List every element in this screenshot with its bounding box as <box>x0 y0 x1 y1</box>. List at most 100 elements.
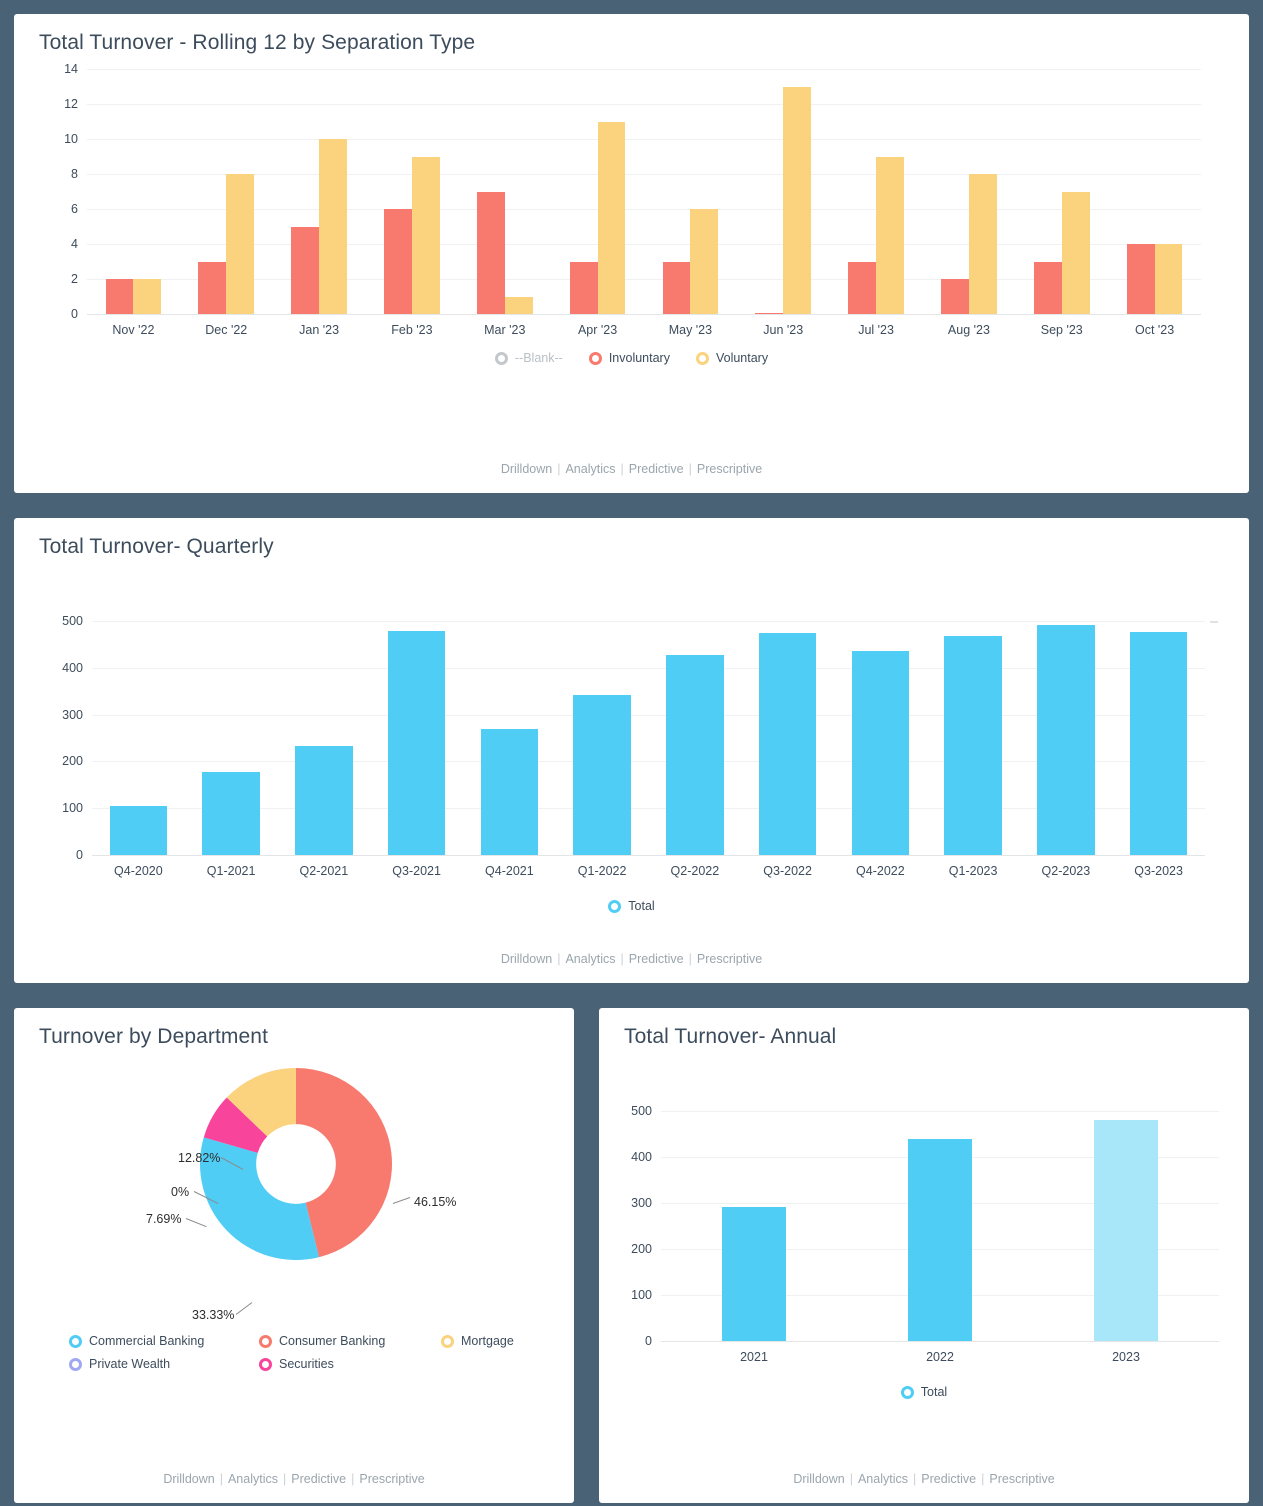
bar-chart-annual[interactable]: 0 100 200 300 400 500 2021 2022 2023 <box>631 1104 1219 1364</box>
donut-percent-label: 12.82% <box>178 1151 221 1165</box>
bar[interactable] <box>105 279 134 314</box>
bar[interactable] <box>133 279 162 314</box>
bar[interactable] <box>666 654 724 855</box>
bar[interactable] <box>783 86 812 314</box>
bar[interactable] <box>295 745 353 855</box>
x-axis-tick: Sep '23 <box>1040 323 1083 337</box>
chart-area-department[interactable]: Consumer Banking: 46.15%Commercial Banki… <box>14 1049 574 1472</box>
bar[interactable] <box>1129 631 1188 855</box>
footer-link-drilldown[interactable]: Drilldown <box>497 462 556 476</box>
bar[interactable] <box>226 174 255 314</box>
legend-item-securities[interactable]: Securities <box>259 1357 441 1371</box>
bar[interactable] <box>1037 624 1095 855</box>
footer-link-prescriptive[interactable]: Prescriptive <box>985 1472 1058 1486</box>
bar[interactable] <box>1154 244 1183 314</box>
y-axis-tick: 14 <box>64 62 78 76</box>
legend-marker-icon <box>259 1334 272 1348</box>
bar[interactable] <box>848 261 877 314</box>
bar[interactable] <box>109 805 168 855</box>
gridline <box>661 1111 1219 1112</box>
bar[interactable] <box>387 631 446 855</box>
x-axis-tick: Q1-2021 <box>206 864 256 878</box>
bar[interactable] <box>722 1206 786 1341</box>
bar[interactable] <box>476 191 505 314</box>
legend-item-voluntary[interactable]: Voluntary <box>695 351 768 365</box>
bar[interactable] <box>319 139 347 314</box>
footer-link-prescriptive[interactable]: Prescriptive <box>693 462 766 476</box>
bar[interactable] <box>411 156 440 314</box>
x-axis-tick: Dec '22 <box>205 323 248 337</box>
footer-link-prescriptive[interactable]: Prescriptive <box>355 1472 428 1486</box>
card-footer-department[interactable]: Drilldown | Analytics | Predictive | Prescript… <box>14 1472 574 1503</box>
bar[interactable] <box>690 209 719 314</box>
bar[interactable] <box>876 156 904 314</box>
bar-chart-quarterly[interactable]: 0 100 200 300 400 500 Q4-2020 Q1-2021 Q2-2021 Q3-… <box>62 614 1205 878</box>
legend-item-total[interactable]: Total <box>900 1385 947 1399</box>
footer-link-predictive[interactable]: Predictive <box>625 952 688 966</box>
bar[interactable] <box>384 209 412 314</box>
legend-annual[interactable]: Total <box>599 1385 1249 1399</box>
legend-item-total[interactable]: Total <box>608 899 655 913</box>
x-axis-tick: Q3-2022 <box>763 864 812 878</box>
footer-link-drilldown[interactable]: Drilldown <box>497 952 556 966</box>
footer-link-analytics[interactable]: Analytics <box>561 952 619 966</box>
bar-chart-rolling-12[interactable]: 0 2 4 6 8 10 12 14 Nov '22 Dec '22 Jan '23 Feb '23 M… <box>64 62 1201 337</box>
scroll-indicator-quarterly[interactable] <box>1210 621 1218 623</box>
footer-link-analytics[interactable]: Analytics <box>224 1472 282 1486</box>
legend-item-private-wealth[interactable]: Private Wealth <box>69 1357 259 1371</box>
bar[interactable] <box>968 174 997 314</box>
legend-departments[interactable]: Commercial Banking Consumer Banking Mortga… <box>14 1334 574 1371</box>
card-footer-rolling[interactable]: Drilldown | Analytics | Predictive | Prescript… <box>14 462 1249 493</box>
bar[interactable] <box>851 650 910 855</box>
bar[interactable] <box>202 771 260 855</box>
bar[interactable] <box>1061 191 1090 314</box>
legend-item-consumer-banking[interactable]: Consumer Banking <box>259 1334 441 1348</box>
bar[interactable] <box>1126 244 1155 314</box>
legend-item-involuntary[interactable]: Involuntary <box>588 351 670 365</box>
legend-item-mortgage[interactable]: Mortgage <box>441 1334 574 1348</box>
card-footer-annual[interactable]: Drilldown | Analytics | Predictive | Prescript… <box>599 1472 1249 1503</box>
bar[interactable] <box>662 261 691 314</box>
bar[interactable] <box>1033 261 1062 314</box>
legend-item--blank-[interactable]: --Blank-- <box>494 351 563 365</box>
x-axis-tick: 2021 <box>740 1350 768 1364</box>
donut-leader-line <box>185 1218 207 1227</box>
footer-link-predictive[interactable]: Predictive <box>625 462 688 476</box>
bar[interactable] <box>198 261 227 314</box>
x-axis-tick: Jan '23 <box>299 323 340 337</box>
footer-link-drilldown[interactable]: Drilldown <box>789 1472 848 1486</box>
legend-label: Consumer Banking <box>279 1334 386 1348</box>
footer-link-prescriptive[interactable]: Prescriptive <box>693 952 766 966</box>
x-axis-tick: Jul '23 <box>858 323 894 337</box>
bar[interactable] <box>908 1138 972 1341</box>
legend-separation-type[interactable]: --Blank-- Involuntary Voluntary <box>14 351 1249 365</box>
chart-area-rolling[interactable]: 0 2 4 6 8 10 12 14 Nov '22 Dec '22 Jan '23 Feb '23 M… <box>14 55 1249 462</box>
legend-quarterly[interactable]: Total <box>14 899 1249 913</box>
footer-link-predictive[interactable]: Predictive <box>287 1472 350 1486</box>
footer-link-analytics[interactable]: Analytics <box>561 462 619 476</box>
footer-link-analytics[interactable]: Analytics <box>854 1472 912 1486</box>
legend-item-commercial-banking[interactable]: Commercial Banking <box>69 1334 259 1348</box>
gridline <box>87 244 1201 245</box>
bar[interactable] <box>573 694 631 855</box>
bar[interactable] <box>480 728 539 855</box>
bar[interactable] <box>1094 1120 1158 1341</box>
chart-area-quarterly[interactable]: 0 100 200 300 400 500 Q4-2020 Q1-2021 Q2-2021 Q3-… <box>14 559 1249 952</box>
donut-chart-department[interactable]: Consumer Banking: 46.15%Commercial Banki… <box>14 1063 574 1322</box>
page-title-rolling: Total Turnover - Rolling 12 by Separatio… <box>39 31 476 54</box>
donut-labels: 46.15% 33.33% 7.69% 0% 12.82% <box>14 1063 574 1322</box>
chart-area-annual[interactable]: 0 100 200 300 400 500 2021 2022 2023 Total <box>599 1049 1249 1472</box>
legend-marker-icon <box>69 1357 82 1371</box>
bar[interactable] <box>597 121 626 314</box>
footer-link-predictive[interactable]: Predictive <box>917 1472 980 1486</box>
footer-link-drilldown[interactable]: Drilldown <box>159 1472 218 1486</box>
bar[interactable] <box>504 296 533 314</box>
bar[interactable] <box>291 226 320 314</box>
bar[interactable] <box>758 632 817 855</box>
card-footer-quarterly[interactable]: Drilldown | Analytics | Predictive | Prescript… <box>14 952 1249 983</box>
donut-leader-line <box>235 1302 253 1315</box>
bar[interactable] <box>944 635 1002 855</box>
bar[interactable] <box>569 261 598 314</box>
x-axis-tick: Oct '23 <box>1134 323 1175 337</box>
bar[interactable] <box>941 279 969 314</box>
